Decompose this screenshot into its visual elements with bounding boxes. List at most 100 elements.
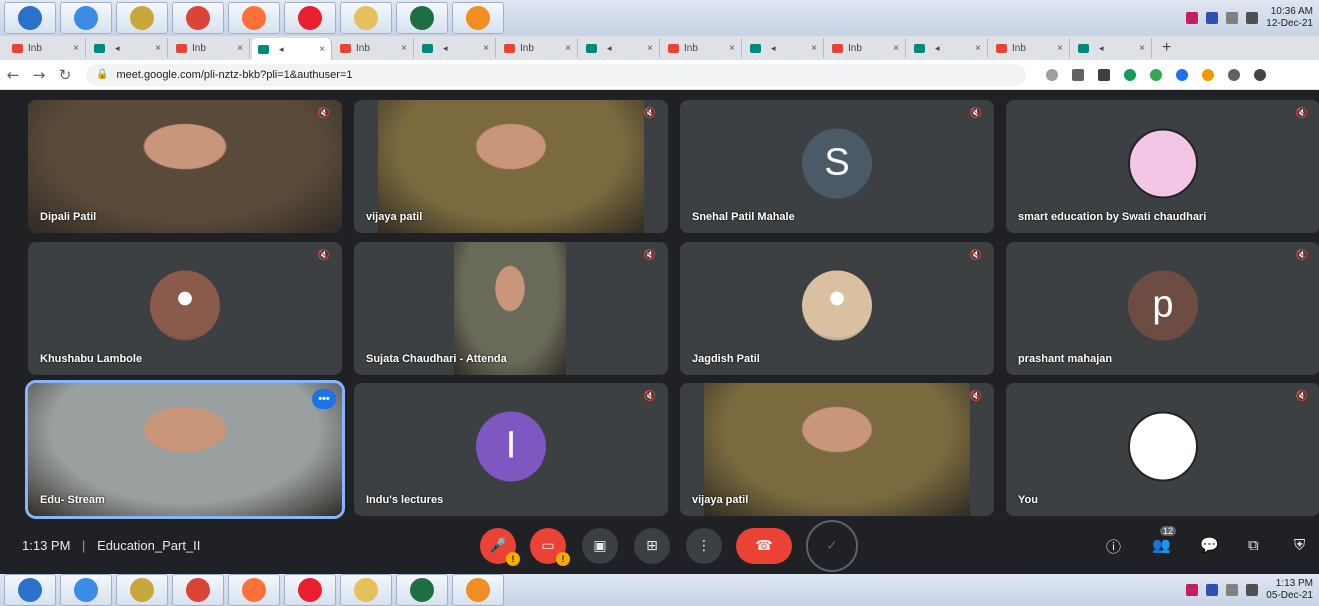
- participant-tile[interactable]: 🔇 You: [1006, 383, 1319, 516]
- meeting-info-icon[interactable]: ⓘ: [1106, 536, 1121, 557]
- g-app-taskbar-button[interactable]: [452, 574, 504, 606]
- internet-explorer-taskbar-button[interactable]: [60, 2, 112, 34]
- browser-tab-meet[interactable]: ◂ ×: [580, 38, 660, 58]
- tray-icon-2[interactable]: [1226, 584, 1239, 596]
- tray-icon-3[interactable]: [1246, 12, 1259, 24]
- participant-tile[interactable]: 🔇•••Edu- Stream: [25, 380, 345, 519]
- browser-tab-gmail[interactable]: Inb ×: [990, 38, 1070, 58]
- tray-icon-1[interactable]: [1206, 12, 1219, 24]
- browser-tab-gmail[interactable]: Inb ×: [662, 38, 742, 58]
- browser-tab-meet[interactable]: ◂ ×: [744, 38, 824, 58]
- camera-toggle-button[interactable]: ▭!: [530, 528, 570, 566]
- internet-explorer-taskbar-button[interactable]: [60, 574, 112, 606]
- close-tab-icon[interactable]: ×: [237, 43, 243, 54]
- file-explorer-taskbar-button[interactable]: [340, 574, 392, 606]
- participant-tile[interactable]: 🔇 Dipali Patil: [28, 100, 342, 233]
- bookmark-star-icon[interactable]: [1072, 68, 1084, 81]
- opera-taskbar-button[interactable]: [284, 574, 336, 606]
- raise-hand-button[interactable]: ✓: [806, 520, 858, 572]
- address-bar[interactable]: 🔒 meet.google.com/pli-nztz-bkb?pli=1&aut…: [86, 63, 1026, 86]
- close-tab-icon[interactable]: ×: [893, 43, 899, 54]
- microphone-toggle-button[interactable]: 🎤!: [480, 528, 520, 566]
- browser-tab-gmail[interactable]: Inb ×: [6, 38, 86, 58]
- gmail-icon: [340, 43, 351, 53]
- meeting-details: 1:13 PM | Education_Part_II: [22, 538, 201, 553]
- firefox-taskbar-button[interactable]: [228, 574, 280, 606]
- extension-green-icon[interactable]: [1124, 68, 1136, 81]
- windows-start-taskbar-button[interactable]: [4, 2, 56, 34]
- profile-avatar-icon[interactable]: [1254, 68, 1266, 81]
- participant-tile[interactable]: 🔇 vijaya patil: [680, 383, 994, 516]
- browser-tab-gmail[interactable]: Inb ×: [498, 38, 578, 58]
- browser-tab-meet[interactable]: ◂ ×: [908, 38, 988, 58]
- extension-check-icon[interactable]: [1150, 68, 1162, 81]
- close-tab-icon[interactable]: ×: [811, 43, 817, 54]
- g-app-taskbar-button[interactable]: [452, 2, 504, 34]
- participant-tile[interactable]: 🔇 vijaya patil: [354, 100, 668, 233]
- extensions-puzzle-icon[interactable]: [1228, 68, 1240, 81]
- reload-icon[interactable]: ↻: [52, 66, 78, 84]
- new-tab-icon[interactable]: +: [1154, 39, 1179, 57]
- close-tab-icon[interactable]: ×: [1139, 43, 1145, 54]
- browser-tab-meet[interactable]: ◂ ×: [1072, 38, 1152, 58]
- security-shield-taskbar-button[interactable]: [116, 2, 168, 34]
- close-tab-icon[interactable]: ×: [1057, 43, 1063, 54]
- browser-tab-meet[interactable]: ◂ ×: [88, 38, 168, 58]
- opera-taskbar-button[interactable]: [284, 2, 336, 34]
- participant-tile[interactable]: p 🔇 prashant mahajan: [1006, 242, 1319, 375]
- close-tab-icon[interactable]: ×: [155, 43, 161, 54]
- participant-tile[interactable]: I 🔇 Indu's lectures: [354, 383, 668, 516]
- participant-tile[interactable]: S 🔇 Snehal Patil Mahale: [680, 100, 994, 233]
- close-tab-icon[interactable]: ×: [565, 43, 571, 54]
- participant-tile[interactable]: 🔇 Khushabu Lambole: [28, 242, 342, 375]
- close-tab-icon[interactable]: ×: [975, 43, 981, 54]
- participant-tile[interactable]: 🔇 Jagdish Patil: [680, 242, 994, 375]
- chrome-taskbar-button[interactable]: [172, 574, 224, 606]
- browser-tab-meet[interactable]: ◂ ×: [416, 38, 496, 58]
- tray-icon-1[interactable]: [1206, 584, 1219, 596]
- tray-icon-0[interactable]: [1186, 12, 1199, 24]
- close-tab-icon[interactable]: ×: [401, 43, 407, 54]
- captions-button[interactable]: ▣: [582, 528, 618, 564]
- file-explorer-taskbar-button[interactable]: [340, 2, 392, 34]
- host-controls-icon[interactable]: ⛨: [1294, 536, 1305, 554]
- close-tab-icon[interactable]: ×: [73, 43, 79, 54]
- activities-icon[interactable]: ⧉: [1248, 536, 1259, 554]
- forward-arrow-icon[interactable]: →: [26, 66, 52, 84]
- close-tab-icon[interactable]: ×: [319, 44, 325, 55]
- more-options-button[interactable]: ⋮: [686, 528, 722, 564]
- tray-icon-3[interactable]: [1246, 584, 1259, 596]
- windows-start-taskbar-button[interactable]: [4, 574, 56, 606]
- browser-tab-gmail[interactable]: Inb ×: [826, 38, 906, 58]
- firefox-taskbar-button[interactable]: [228, 2, 280, 34]
- browser-tab-meet[interactable]: ◂ ×: [252, 38, 332, 60]
- browser-tab-gmail[interactable]: Inb ×: [170, 38, 250, 58]
- close-tab-icon[interactable]: ×: [483, 43, 489, 54]
- muted-mic-icon: 🔇: [643, 391, 657, 402]
- muted-mic-icon: 🔇: [1295, 108, 1309, 119]
- close-tab-icon[interactable]: ×: [729, 43, 735, 54]
- security-shield-taskbar-button[interactable]: [116, 574, 168, 606]
- tray-icon-0[interactable]: [1186, 584, 1199, 596]
- participant-tile[interactable]: 🔇 Sujata Chaudhari - Attenda: [354, 242, 668, 375]
- chrome-taskbar-button[interactable]: [172, 2, 224, 34]
- close-tab-icon[interactable]: ×: [647, 43, 653, 54]
- muted-mic-icon: 🔇: [969, 391, 983, 402]
- tray-icon-2[interactable]: [1226, 12, 1239, 24]
- tab-title: Inb: [848, 42, 862, 54]
- speaker-icon: ◂: [1099, 42, 1104, 53]
- excel-taskbar-button[interactable]: [396, 2, 448, 34]
- browser-tab-strip: Inb × ◂ × Inb × ◂ × Inb × ◂ × Inb × ◂ × Inb × ◂ × Inb × ◂ × Inb ×…: [0, 36, 1319, 60]
- extension-orange-icon[interactable]: [1202, 68, 1214, 81]
- browser-tab-gmail[interactable]: Inb ×: [334, 38, 414, 58]
- chat-icon[interactable]: 💬: [1200, 536, 1219, 554]
- participant-tile[interactable]: 🔇 smart education by Swati chaudhari: [1006, 100, 1319, 233]
- present-screen-button[interactable]: ⊞: [634, 528, 670, 564]
- people-button[interactable]: 👥 12: [1152, 526, 1177, 554]
- leave-call-button[interactable]: ☎: [736, 528, 792, 564]
- excel-taskbar-button[interactable]: [396, 574, 448, 606]
- translate-icon[interactable]: [1046, 68, 1058, 81]
- extension-blue-icon[interactable]: [1176, 68, 1188, 81]
- back-arrow-icon[interactable]: ←: [0, 66, 26, 84]
- extension-grid-icon[interactable]: [1098, 68, 1110, 81]
